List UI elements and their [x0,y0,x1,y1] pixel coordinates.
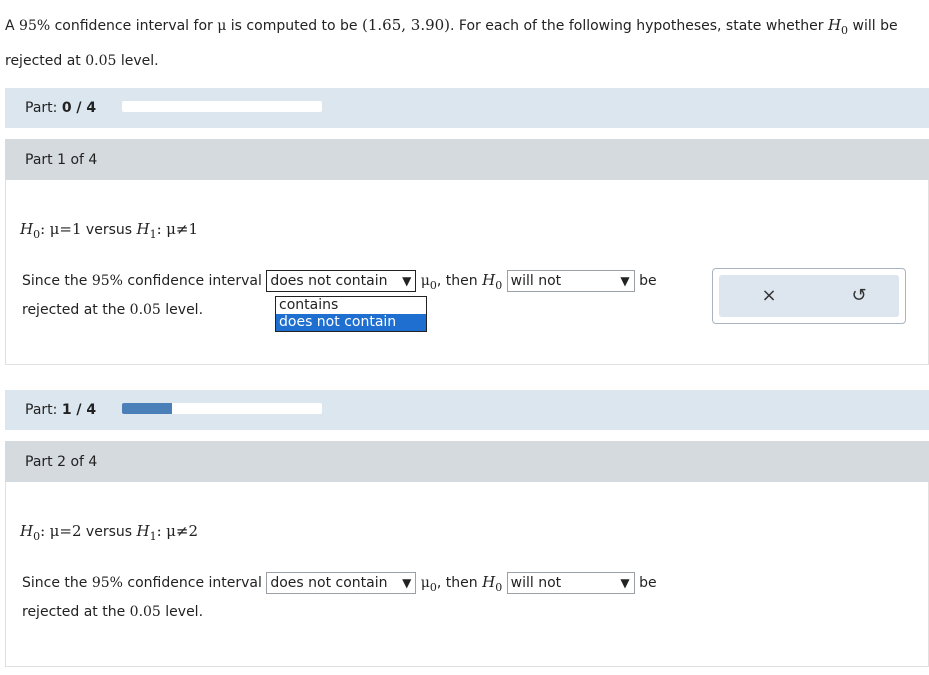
problem-statement: A 95% confidence interval for μ is compu… [5,16,898,69]
part-2-sentence-line2: rejected at the 0.05 level. [22,604,204,620]
chevron-down-icon: ▼ [620,576,630,590]
contains-dropdown-list: contains does not contain [275,296,427,332]
chevron-down-icon: ▼ [402,576,412,590]
part-1-contains-select[interactable]: does not contain ▼ [266,270,417,292]
progress-fill [122,403,172,414]
part-2-hypothesis: H0: μ=2 versus H1: μ≠2 [20,522,198,543]
dropdown-option-contains[interactable]: contains [276,297,426,314]
part-2-sentence: Since the 95% confidence interval does n… [22,572,657,594]
part-1-header: Part 1 of 4 [5,139,929,180]
clear-icon[interactable]: × [757,284,781,308]
part-1-reject-select[interactable]: will not ▼ [506,270,635,292]
undo-icon[interactable]: ↺ [847,284,871,308]
chevron-down-icon: ▼ [620,274,630,288]
progress-track [122,403,322,414]
chevron-down-icon: ▼ [402,274,412,288]
part-1-sentence-line2: rejected at the 0.05 level. [22,302,204,318]
part-2-header: Part 2 of 4 [5,441,929,482]
part-1-sentence: Since the 95% confidence interval does n… [22,270,657,292]
dropdown-option-does-not-contain[interactable]: does not contain [276,314,426,331]
progress-bar-part-1: Part: 1 / 4 [5,390,929,430]
part-1-hypothesis: H0: μ=1 versus H1: μ≠1 [20,220,198,241]
part-2-reject-select[interactable]: will not ▼ [506,572,635,594]
part-2-contains-select[interactable]: does not contain ▼ [266,572,417,594]
progress-track [122,101,322,112]
progress-bar-part-0: Part: 0 / 4 [5,88,929,128]
answer-tools: × ↺ [712,268,906,324]
